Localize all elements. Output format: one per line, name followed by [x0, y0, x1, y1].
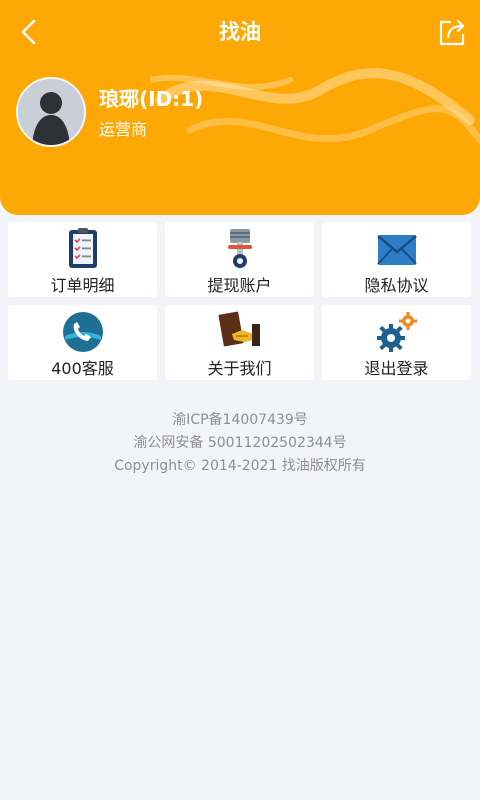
icp-record: 渝ICP备14007439号	[172, 412, 308, 428]
user-role: 运营商	[99, 120, 148, 139]
share-icon	[439, 19, 465, 46]
menu-item-label: 隐私协议	[364, 276, 429, 295]
smoke-decoration	[150, 68, 480, 144]
clipboard-checklist-icon	[68, 228, 97, 268]
menu-item-withdraw-account[interactable]: 提现账户	[165, 222, 314, 297]
menu-item-order-details[interactable]: 订单明细	[8, 222, 157, 297]
menu-item-label: 退出登录	[364, 359, 429, 378]
public-security-record: 渝公网安备 50011202502344号	[133, 435, 347, 451]
back-button[interactable]	[14, 16, 46, 48]
piston-icon	[227, 229, 252, 268]
profile-header: 找油 琅琊(ID:1) 运营商	[0, 0, 480, 215]
user-name: 琅琊(ID:1)	[99, 87, 204, 111]
avatar-person-icon	[18, 79, 84, 145]
envelope-icon	[376, 235, 417, 265]
menu-item-label: 关于我们	[207, 359, 272, 378]
menu-item-privacy-policy[interactable]: 隐私协议	[322, 222, 471, 297]
chevron-left-icon	[21, 19, 36, 45]
menu-item-logout[interactable]: 退出登录	[322, 305, 471, 380]
menu-item-label: 提现账户	[207, 276, 272, 295]
handshake-icon	[218, 311, 260, 347]
avatar[interactable]	[16, 77, 86, 147]
menu-item-label: 订单明细	[50, 276, 115, 295]
phone-icon	[62, 312, 103, 352]
navbar: 找油	[0, 0, 480, 64]
menu-item-label: 400客服	[51, 359, 114, 378]
menu-item-customer-service[interactable]: 400客服	[8, 305, 157, 380]
menu-item-about-us[interactable]: 关于我们	[165, 305, 314, 380]
footer: 渝ICP备14007439号 渝公网安备 50011202502344号 Cop…	[0, 409, 480, 478]
copyright: Copyright© 2014-2021 找油版权所有	[114, 458, 366, 474]
share-button[interactable]	[436, 16, 468, 48]
page-title: 找油	[219, 20, 261, 44]
gears-icon	[376, 312, 417, 352]
